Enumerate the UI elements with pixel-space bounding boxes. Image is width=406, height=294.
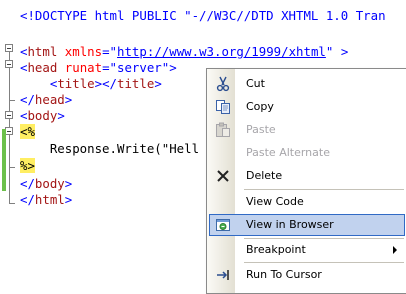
code-token: html <box>34 192 65 207</box>
code-token: > <box>64 192 73 207</box>
run-to-cursor-icon <box>215 267 231 283</box>
outline-end-html <box>9 203 15 204</box>
outline-line <box>9 135 10 203</box>
code-token: head <box>27 60 58 75</box>
code-line: </head> <box>20 92 72 108</box>
code-token: > <box>64 176 73 191</box>
code-token: body <box>34 176 65 191</box>
paste-icon <box>215 122 231 138</box>
menu-item-label: Delete <box>246 169 283 182</box>
code-line: <% <box>20 124 35 140</box>
code-token: xmlns <box>64 44 103 59</box>
menu-item-label: Paste <box>246 123 276 136</box>
menu-item-view-code[interactable]: View Code <box>209 191 405 213</box>
code-token: > <box>64 92 73 107</box>
code-line: <title></title> <box>20 76 162 92</box>
menu-separator <box>244 262 404 263</box>
code-line: <head runat="server"> <box>20 60 177 76</box>
code-token: <% <box>20 124 35 139</box>
menu-item-label: Run To Cursor <box>246 268 322 281</box>
menu-item-label: View in Browser <box>246 218 334 231</box>
outline-end-head <box>9 100 15 101</box>
code-token: ="server"> <box>102 60 177 75</box>
outline-line <box>9 119 10 127</box>
code-line: Response.Write("Hell <box>20 141 199 157</box>
outline-end-script <box>9 167 15 168</box>
copy-icon <box>215 99 231 115</box>
collapse-body-icon[interactable] <box>5 111 13 119</box>
menu-separator <box>244 189 404 190</box>
outline-line <box>9 68 10 112</box>
collapse-script-icon[interactable] <box>5 127 13 135</box>
code-line: <html xmlns="http://www.w3.org/1999/xhtm… <box>20 44 348 60</box>
code-token: </ <box>20 192 35 207</box>
context-menu: Cut Copy Paste Paste Alternate Delete Vi… <box>206 68 406 294</box>
menu-item-label: Paste Alternate <box>246 146 330 159</box>
menu-item-label: View Code <box>246 195 304 208</box>
browser-icon <box>215 217 231 233</box>
code-token: =" <box>102 44 118 59</box>
submenu-arrow-icon <box>393 246 397 254</box>
code-token: title <box>57 76 95 91</box>
code-token: > <box>333 44 349 59</box>
code-token: body <box>27 108 58 123</box>
code-line: </html> <box>20 192 72 208</box>
menu-item-copy[interactable]: Copy <box>209 96 405 118</box>
scissors-icon <box>215 76 231 92</box>
code-token: <!DOCTYPE html PUBLIC "-//W3C//DTD XHTML… <box>20 8 386 23</box>
code-token: > <box>154 76 162 91</box>
menu-item-view-in-browser[interactable]: View in Browser <box>209 214 405 236</box>
menu-item-run-to-cursor[interactable]: Run To Cursor <box>209 264 405 286</box>
changed-lines-bar <box>2 129 6 191</box>
menu-item-paste-alternate[interactable]: Paste Alternate <box>209 142 405 164</box>
menu-item-paste[interactable]: Paste <box>209 119 405 141</box>
code-token: %> <box>20 158 35 173</box>
code-token: Response.Write("Hell <box>20 141 200 156</box>
menu-item-cut[interactable]: Cut <box>209 73 405 95</box>
code-token: runat <box>64 60 103 75</box>
code-token: html <box>27 44 58 59</box>
delete-x-icon <box>215 168 231 184</box>
code-token: </ <box>20 92 35 107</box>
code-token: title <box>117 76 155 91</box>
collapse-head-icon[interactable] <box>5 60 13 68</box>
code-line: </body> <box>20 176 72 192</box>
code-line: <!DOCTYPE html PUBLIC "-//W3C//DTD XHTML… <box>20 8 386 24</box>
menu-item-delete[interactable]: Delete <box>209 165 405 187</box>
code-token: ></ <box>94 76 118 91</box>
code-line: %> <box>20 158 35 174</box>
code-token: > <box>57 108 65 123</box>
menu-item-label: Copy <box>246 100 274 113</box>
collapse-html-icon[interactable] <box>5 44 13 52</box>
menu-item-label: Breakpoint <box>246 243 306 256</box>
menu-item-label: Cut <box>246 77 265 90</box>
code-token: http://www.w3.org/1999/xhtml <box>117 44 326 59</box>
code-token: </ <box>20 176 35 191</box>
menu-item-breakpoint[interactable]: Breakpoint <box>209 239 405 261</box>
code-line: <body> <box>20 108 65 124</box>
code-token: < <box>20 76 58 91</box>
code-token: head <box>34 92 65 107</box>
